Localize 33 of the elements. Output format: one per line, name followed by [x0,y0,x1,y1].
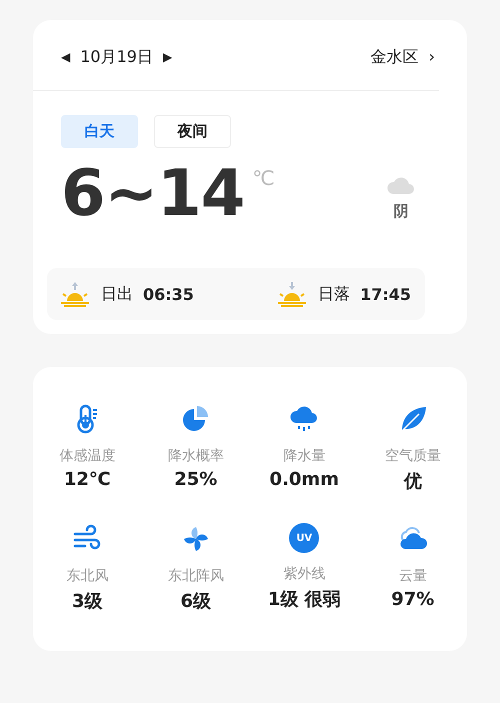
next-day-button[interactable]: ▶ [162,50,172,64]
sun-label: 日落 [318,284,350,304]
detail-value: 1级 很弱 [268,588,341,611]
temperature-unit: ℃ [252,166,275,190]
detail-label: 东北阵风 [168,567,224,585]
detail-value: 25% [174,469,218,490]
detail-label: 降水概率 [168,447,224,465]
sunrise-icon [59,281,91,307]
sun-label: 日出 [101,284,133,304]
detail-label: 降水量 [283,447,326,465]
sunset-icon [276,281,308,307]
tab[interactable]: 白天 [61,115,138,148]
condition-label: 阴 [394,202,408,221]
detail-value: 12℃ [64,469,111,490]
uv-icon: UV [289,523,320,553]
detail-label: 紫外线 [283,565,326,583]
detail-value: 0.0mm [270,469,339,490]
sun-time: 17:45 [360,284,411,304]
temperature-range: 6~14 [61,162,244,226]
date-label: 10月19日 [80,46,153,68]
previous-day-button[interactable]: ◀ [61,50,70,64]
sun-time: 06:35 [143,284,194,304]
detail-value: 97% [391,589,434,610]
detail-label: 云量 [398,567,427,585]
tab[interactable]: 夜间 [154,115,231,148]
detail-value: 6级 [180,590,212,613]
detail-label: 体感温度 [59,447,116,465]
detail-value: 优 [404,470,422,493]
location-link[interactable]: 金水区 › [370,46,435,68]
cloud-icon [387,176,415,194]
detail-label: 东北风 [66,567,108,585]
detail-value: 3级 [72,590,103,613]
detail-label: 空气质量 [384,447,441,465]
